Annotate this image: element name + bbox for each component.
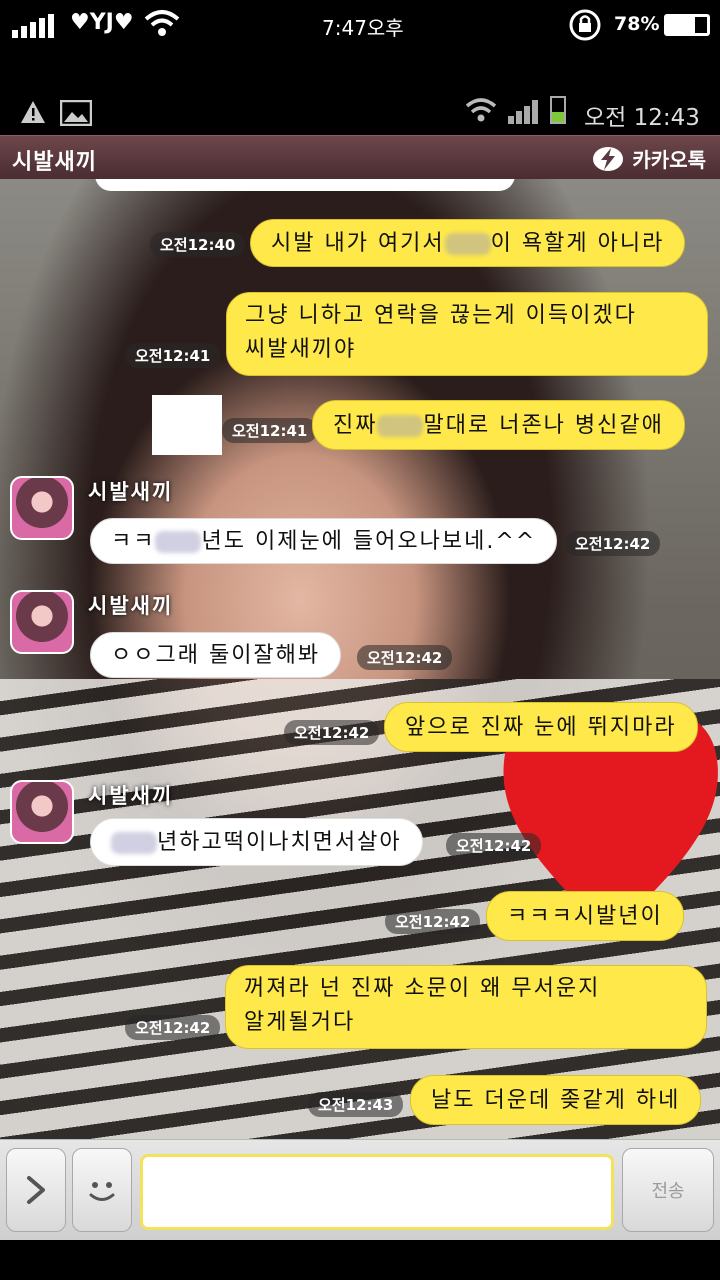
emoticon-button[interactable] [72, 1148, 132, 1232]
my-message-bubble[interactable]: 날도 더운데 좆같게 하네 [410, 1075, 702, 1125]
battery-icon [664, 14, 710, 36]
sender-name: 시발새끼 [88, 480, 174, 504]
bottom-bezel [0, 1240, 720, 1280]
censored-text [155, 531, 202, 553]
my-message-bubble[interactable]: 시발 내가 여기서 이 욕할게 아니라 [250, 219, 686, 267]
brand-label: 카카오톡 [632, 148, 706, 172]
censored-text [444, 233, 491, 255]
my-message-bubble[interactable]: 앞으로 진짜 눈에 뛰지마라 [384, 702, 698, 752]
battery-percent: 78% [614, 13, 660, 35]
sender-avatar[interactable] [10, 590, 74, 654]
kakao-bolt-icon [593, 146, 624, 171]
censored-text [111, 832, 157, 854]
censored-text [377, 415, 424, 437]
censor-box [152, 395, 222, 455]
image-icon [60, 100, 92, 126]
message-time: 오전12:41 [125, 343, 221, 368]
signal-icon [12, 14, 54, 38]
sender-avatar[interactable] [10, 780, 74, 844]
sender-name: 시발새끼 [88, 594, 174, 618]
message-input[interactable] [140, 1154, 614, 1230]
system-status-bar: ♥YJ♥ 7:47오후 78% [0, 0, 720, 52]
message-time: 오전12:42 [125, 1015, 221, 1040]
sender-avatar[interactable] [10, 476, 74, 540]
rotation-lock-icon [569, 9, 601, 41]
carrier-label: ♥YJ♥ [70, 10, 134, 35]
message-time: 오전12:42 [357, 645, 453, 670]
attach-button[interactable] [6, 1148, 66, 1232]
app-status-bar: 오전 12:43 [0, 90, 720, 135]
message-time: 오전12:42 [284, 720, 380, 745]
system-clock: 7:47오후 [322, 16, 404, 40]
my-message-bubble[interactable]: ㅋㅋㅋ시발년이 [486, 891, 684, 941]
my-message-bubble[interactable]: 진짜 말대로 너존나 병신같애 [312, 400, 685, 450]
battery-icon [550, 96, 566, 124]
chat-room-title: 시발새끼 [12, 150, 97, 175]
heart-icon: ♥ [113, 10, 134, 35]
other-message-bubble[interactable]: ㅋㅋ 년도 이제눈에 들어오나보네.^^ [90, 518, 558, 564]
wifi-icon [144, 10, 180, 36]
heart-icon: ♥ [70, 10, 90, 35]
other-message-bubble[interactable]: 년하고떡이나치면서살아 [90, 818, 423, 866]
status-clock: 오전 12:43 [584, 105, 700, 131]
other-message-bubble[interactable]: ㅇㅇ그래 둘이잘해봐 [90, 632, 342, 678]
chevron-right-icon [27, 1176, 45, 1204]
message-time: 오전12:43 [308, 1092, 404, 1117]
send-button[interactable]: 전송 [622, 1148, 714, 1232]
my-message-bubble[interactable]: 그냥 니하고 연락을 끊는게 이득이겠다 씨발새끼야 [226, 292, 708, 376]
message-time: 오전12:40 [150, 232, 246, 257]
partial-message-bubble [95, 179, 515, 191]
message-time: 오전12:42 [446, 833, 542, 858]
my-message-bubble[interactable]: 꺼져라 넌 진짜 소문이 왜 무서운지 알게될거다 [225, 965, 707, 1049]
smiley-icon [89, 1182, 115, 1201]
signal-icon [508, 100, 538, 124]
message-time: 오전12:42 [385, 909, 481, 934]
message-time: 오전12:41 [222, 418, 318, 443]
sender-name: 시발새끼 [88, 784, 174, 808]
message-input-bar: 전송 [0, 1139, 720, 1240]
kakaotalk-brand: 카카오톡 [592, 144, 706, 173]
wifi-icon [465, 98, 497, 122]
message-time: 오전12:42 [565, 531, 661, 556]
chat-header: 시발새끼 카카오톡 [0, 135, 720, 179]
warning-icon [21, 101, 45, 123]
